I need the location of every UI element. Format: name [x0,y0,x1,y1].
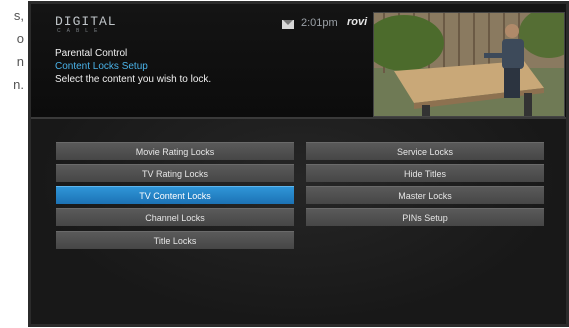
button-label: TV Rating Locks [141,168,209,179]
channel-locks-button[interactable]: Channel Locks [56,208,294,226]
clock: 2:01pm [301,17,338,29]
title-locks-button[interactable]: Title Locks [56,231,294,249]
hide-titles-button[interactable]: Hide Titles [306,164,544,182]
pins-setup-button[interactable]: PINs Setup [306,208,544,226]
button-label: PINs Setup [402,212,448,223]
button-label: Channel Locks [145,212,205,223]
page-title: Parental Control [55,48,128,59]
tv-rating-locks-button[interactable]: TV Rating Locks [56,164,294,182]
button-label: Service Locks [396,146,454,157]
button-label: Title Locks [153,235,197,246]
caption-fragment-2: o [16,31,24,46]
video-preview [373,12,565,117]
master-locks-button[interactable]: Master Locks [306,186,544,204]
mail-icon [282,20,294,29]
button-label: Movie Rating Locks [135,146,215,157]
caption-fragment-4: n. [13,77,24,92]
tv-content-locks-button[interactable]: TV Content Locks [56,186,294,204]
caption-fragment-3: n [16,54,24,69]
button-label: Master Locks [398,190,452,201]
logo-subtext: CABLE [57,28,104,34]
button-label: Hide Titles [403,168,447,179]
caption-fragment-1: s, [13,8,24,23]
logo-text: DIGITAL [55,14,117,29]
page-subtitle: Content Locks Setup [55,61,148,72]
digital-cable-logo: DIGITAL CABLE [55,14,125,36]
movie-rating-locks-button[interactable]: Movie Rating Locks [56,142,294,160]
brand-logo: rovi [347,16,368,28]
button-label: TV Content Locks [139,190,211,201]
service-locks-button[interactable]: Service Locks [306,142,544,160]
header-panel: DIGITAL CABLE 2:01pm rovi Parental Contr… [31,4,566,117]
instruction-text: Select the content you wish to lock. [55,74,212,85]
video-preview-image [374,13,564,116]
left-caption: s, o n n. [0,0,26,140]
